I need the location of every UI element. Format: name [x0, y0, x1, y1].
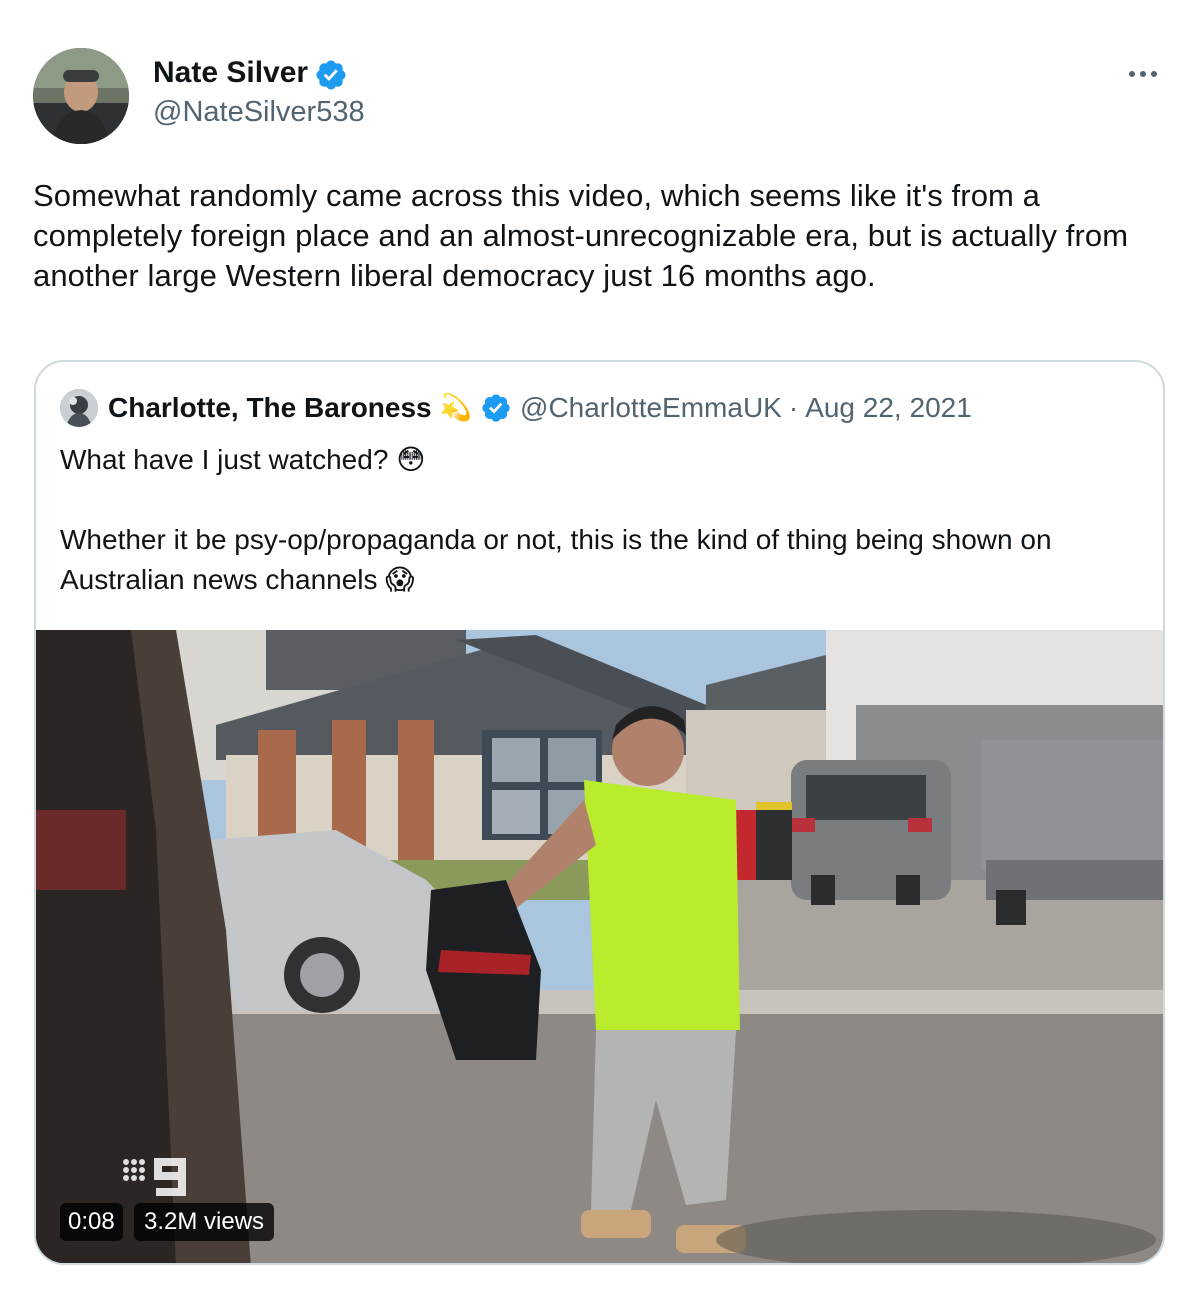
- tweet-text: Somewhat randomly came across this video…: [33, 178, 1129, 293]
- screaming-face-emoji: 😱: [385, 563, 415, 596]
- video-duration-badge: 0:08: [60, 1203, 123, 1241]
- author-avatar[interactable]: [33, 48, 129, 144]
- author-name[interactable]: Nate Silver: [153, 56, 308, 90]
- author-avatar-image: [33, 48, 129, 144]
- quoted-author-avatar-image: [60, 389, 98, 427]
- quoted-text-2: Whether it be psy-op/propaganda or not, …: [60, 524, 1052, 595]
- verified-badge-icon: [482, 394, 510, 422]
- quoted-author-avatar[interactable]: [60, 389, 98, 427]
- video-player[interactable]: 0:08 3.2M views: [36, 630, 1163, 1263]
- quoted-tweet-card[interactable]: Charlotte, The Baroness 💫 @CharlotteEmma…: [34, 360, 1165, 1265]
- quoted-author-name[interactable]: Charlotte, The Baroness: [108, 392, 432, 424]
- quoted-tweet-header: Charlotte, The Baroness 💫 @CharlotteEmma…: [60, 388, 972, 428]
- tweet: Nate Silver @NateSilver538 Somewhat rand…: [0, 0, 1198, 1294]
- verified-badge-icon: [316, 60, 346, 90]
- quoted-author-handle[interactable]: @CharlotteEmmaUK: [520, 392, 782, 424]
- video-thumbnail: [36, 630, 1163, 1263]
- dizzy-emoji: 💫: [439, 393, 473, 423]
- more-options-icon[interactable]: [1118, 56, 1168, 92]
- more-dot: [1129, 71, 1135, 77]
- separator-dot: ·: [788, 392, 799, 423]
- more-dot: [1151, 71, 1157, 77]
- more-dot: [1140, 71, 1146, 77]
- video-views-badge: 3.2M views: [134, 1203, 275, 1241]
- flushed-face-emoji: 😳: [396, 443, 426, 476]
- quoted-text-1: What have I just watched?: [60, 444, 389, 475]
- quoted-tweet-text-line1: What have I just watched? 😳: [60, 440, 425, 480]
- quoted-tweet-date[interactable]: Aug 22, 2021: [805, 392, 972, 424]
- author-handle[interactable]: @NateSilver538: [153, 96, 365, 129]
- quoted-tweet-text-line2: Whether it be psy-op/propaganda or not, …: [60, 520, 1140, 600]
